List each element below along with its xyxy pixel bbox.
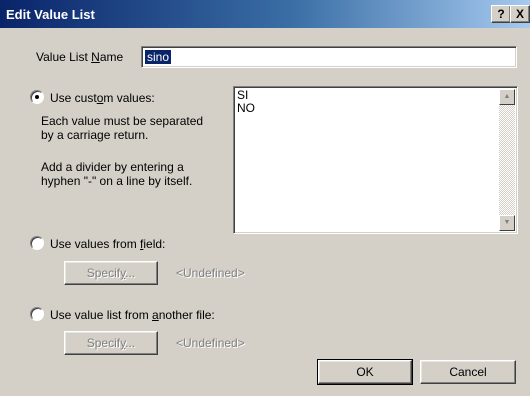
use-custom-values-label[interactable]: Use custom values: [50, 91, 155, 105]
use-value-list-from-file-label[interactable]: Use value list from another file: [50, 308, 215, 322]
ok-button[interactable]: OK [317, 359, 413, 385]
file-undefined-label: <Undefined> [176, 336, 245, 350]
custom-values-text: SI NO [237, 88, 255, 115]
use-custom-values-radio[interactable] [30, 90, 44, 104]
specify-file-button[interactable]: Specify... [64, 331, 158, 355]
edit-value-list-dialog: Edit Value List ? X Value List Name sino… [0, 0, 530, 396]
value-list-name-label: Value List Name [36, 50, 124, 64]
cancel-button[interactable]: Cancel [420, 360, 516, 384]
custom-help-line-2: by a carriage return. [41, 128, 149, 142]
use-value-list-from-file-radio[interactable] [30, 307, 44, 321]
specify-field-button[interactable]: Specify... [64, 261, 158, 285]
help-icon: ? [497, 7, 505, 21]
custom-help-line-1: Each value must be separated [41, 114, 204, 128]
scroll-down-arrow-icon[interactable]: ▼ [499, 215, 515, 231]
use-values-from-field-radio[interactable] [30, 236, 44, 250]
help-button[interactable]: ? [491, 5, 511, 23]
close-icon: X [515, 7, 524, 21]
value-list-name-input[interactable]: sino [141, 46, 517, 68]
custom-help-line-4: hyphen "-" on a line by itself. [41, 174, 193, 188]
scroll-up-arrow-icon[interactable]: ▲ [499, 89, 515, 105]
value-list-name-value: sino [145, 50, 172, 64]
title-bar[interactable]: Edit Value List ? X [0, 0, 530, 28]
close-button[interactable]: X [510, 5, 530, 23]
use-values-from-field-label[interactable]: Use values from field: [50, 237, 165, 251]
custom-help-line-3: Add a divider by entering a [41, 160, 184, 174]
custom-values-scrollbar[interactable]: ▲ ▼ [499, 89, 515, 231]
dialog-title: Edit Value List [6, 7, 95, 22]
custom-values-textarea[interactable]: SI NO ▲ ▼ [233, 86, 518, 234]
field-undefined-label: <Undefined> [176, 266, 245, 280]
